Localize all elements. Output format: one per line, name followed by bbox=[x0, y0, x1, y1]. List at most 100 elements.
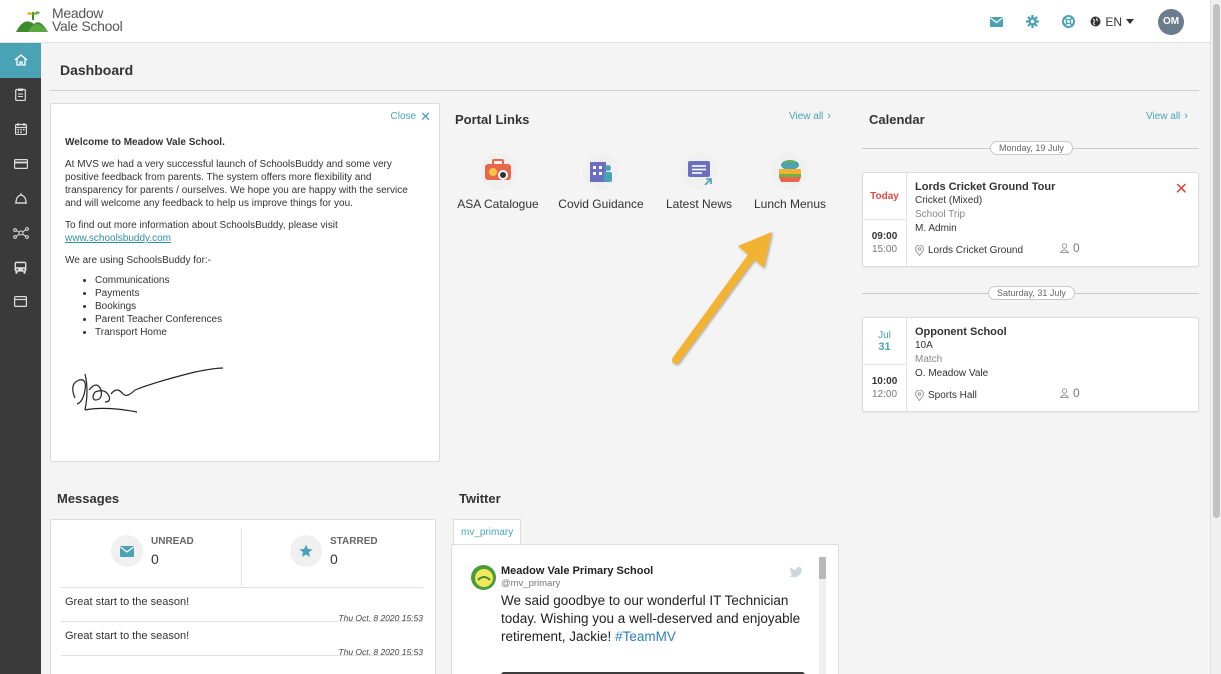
list-item: Transport Home bbox=[95, 326, 425, 339]
tweet-author-name[interactable]: Meadow Vale Primary School bbox=[501, 565, 653, 577]
portal-link-asa-catalogue[interactable]: ASA Catalogue bbox=[448, 153, 548, 211]
starred-stat[interactable]: STARRED 0 bbox=[290, 535, 378, 567]
portal-link-covid-guidance[interactable]: Covid Guidance bbox=[551, 153, 651, 211]
event-day: 31 bbox=[878, 340, 891, 353]
event-end-time: 15:00 bbox=[871, 244, 898, 255]
event-location-label: Sports Hall bbox=[928, 390, 977, 401]
message-row[interactable]: Great start to the season! Thu Oct, 8 20… bbox=[61, 587, 423, 623]
list-item: Payments bbox=[95, 287, 425, 300]
sidebar-item-activities[interactable] bbox=[0, 181, 41, 216]
tweet-avatar[interactable] bbox=[471, 565, 496, 590]
credit-card-icon bbox=[13, 158, 28, 169]
calendar-view-all-label: View all bbox=[1146, 110, 1181, 122]
event-type: School Trip bbox=[915, 209, 966, 220]
sidebar-item-transport[interactable] bbox=[0, 250, 41, 285]
twitter-bird-icon[interactable] bbox=[789, 565, 803, 583]
event-start-time: 09:00 bbox=[871, 231, 898, 242]
twitter-heading: Twitter bbox=[459, 491, 501, 506]
language-label: EN bbox=[1105, 14, 1122, 29]
tweet-author-handle[interactable]: @mv_primary bbox=[501, 578, 560, 589]
event-date-column: Today 09:00 15:00 bbox=[863, 173, 907, 266]
event-date-column: Jul 31 10:00 12:00 bbox=[863, 318, 907, 411]
portal-link-latest-news[interactable]: Latest News bbox=[649, 153, 749, 211]
remove-event-icon[interactable]: ✕ bbox=[1175, 179, 1188, 199]
message-text: Great start to the season! bbox=[65, 630, 190, 642]
event-type: Match bbox=[915, 354, 943, 365]
close-welcome-button[interactable]: Close ✕ bbox=[391, 110, 431, 123]
twitter-tab[interactable]: mv_primary bbox=[453, 519, 522, 545]
event-leader: M. Admin bbox=[915, 223, 957, 234]
catalogue-icon bbox=[480, 153, 516, 189]
globe-icon bbox=[1090, 16, 1101, 27]
event-title: Lords Cricket Ground Tour bbox=[915, 181, 1056, 193]
unread-stat[interactable]: UNREAD 0 bbox=[111, 535, 194, 567]
schoolsbuddy-link[interactable]: www.schoolsbuddy.com bbox=[65, 233, 171, 244]
event-location: Sports Hall bbox=[915, 390, 977, 401]
sidebar-item-clipboard[interactable] bbox=[0, 78, 41, 113]
unread-label: UNREAD bbox=[151, 535, 194, 547]
sidebar-item-window[interactable] bbox=[0, 285, 41, 320]
envelope-icon bbox=[111, 535, 143, 567]
bus-icon bbox=[14, 261, 27, 274]
lunch-icon bbox=[772, 153, 808, 189]
messages-panel: UNREAD 0 STARRED 0 Great start to the se… bbox=[50, 519, 436, 674]
map-pin-icon bbox=[915, 390, 924, 401]
today-badge: Today bbox=[870, 190, 899, 202]
stat-divider bbox=[241, 528, 242, 586]
list-item: Bookings bbox=[95, 300, 425, 313]
event-attendee-count: 0 bbox=[1073, 386, 1080, 400]
twitter-scrollbar[interactable] bbox=[819, 557, 826, 674]
event-subtitle: 10A bbox=[915, 340, 933, 351]
page-scrollbar[interactable] bbox=[1210, 0, 1221, 674]
portal-link-label: Latest News bbox=[665, 197, 733, 211]
event-month: Jul bbox=[878, 329, 891, 341]
welcome-uses-intro: We are using SchoolsBuddy for:- bbox=[65, 255, 212, 266]
portal-view-all-link[interactable]: View all › bbox=[789, 110, 831, 122]
sidebar-item-calendar[interactable] bbox=[0, 112, 41, 147]
calendar-heading: Calendar bbox=[869, 112, 925, 127]
header-actions: EN OM bbox=[978, 0, 1210, 43]
event-attendees: 0 bbox=[1060, 241, 1080, 255]
mail-icon[interactable] bbox=[978, 0, 1014, 43]
day-label: Monday, 19 July bbox=[990, 141, 1073, 155]
event-location-label: Lords Cricket Ground bbox=[928, 245, 1024, 256]
event-date-badge: Jul 31 bbox=[863, 318, 906, 365]
sidebar-item-home[interactable] bbox=[0, 43, 41, 78]
starred-label: STARRED bbox=[330, 535, 378, 547]
calendar-view-all-link[interactable]: View all › bbox=[1146, 110, 1188, 122]
event-start-time: 10:00 bbox=[871, 376, 898, 387]
clipboard-icon bbox=[15, 88, 26, 102]
event-subtitle: Cricket (Mixed) bbox=[915, 195, 983, 206]
school-logo[interactable]: Meadow Vale School bbox=[14, 6, 123, 34]
message-row[interactable]: Great start to the season! Thu Oct, 8 20… bbox=[61, 621, 423, 657]
annotation-arrow-icon bbox=[660, 222, 780, 377]
event-details: Opponent School 10A Match O. Meadow Vale bbox=[915, 325, 1007, 381]
chevron-right-icon: › bbox=[827, 110, 831, 122]
logo-mark-icon bbox=[14, 6, 50, 34]
close-label: Close bbox=[390, 111, 417, 122]
school-name-line2: Vale School bbox=[52, 18, 123, 34]
event-times: 10:00 12:00 bbox=[863, 365, 906, 401]
event-location: Lords Cricket Ground bbox=[915, 245, 1023, 256]
user-avatar[interactable]: OM bbox=[1158, 8, 1184, 35]
sidebar-item-network[interactable] bbox=[0, 216, 41, 251]
tweet-hashtag[interactable]: #TeamMV bbox=[615, 629, 676, 644]
portal-link-lunch-menus[interactable]: Lunch Menus bbox=[740, 153, 840, 211]
news-icon bbox=[681, 153, 717, 189]
settings-gear-icon[interactable] bbox=[1014, 0, 1050, 43]
covid-icon bbox=[583, 153, 619, 189]
welcome-paragraph: At MVS we had a very successful launch o… bbox=[65, 159, 408, 209]
day-label: Saturday, 31 July bbox=[988, 286, 1075, 300]
twitter-scrollbar-thumb[interactable] bbox=[819, 557, 826, 579]
calendar-event[interactable]: Today 09:00 15:00 Lords Cricket Ground T… bbox=[862, 172, 1199, 267]
twitter-feed: Meadow Vale Primary School @mv_primary W… bbox=[451, 544, 839, 674]
help-lifebuoy-icon[interactable] bbox=[1050, 0, 1086, 43]
language-selector[interactable]: EN bbox=[1090, 15, 1138, 29]
calendar-event[interactable]: Jul 31 10:00 12:00 Opponent School 10A M… bbox=[862, 317, 1199, 412]
top-bar: Meadow Vale School EN OM bbox=[0, 0, 1210, 43]
unread-count: 0 bbox=[151, 550, 159, 567]
page-scrollbar-thumb[interactable] bbox=[1213, 4, 1220, 518]
sidebar-item-payments[interactable] bbox=[0, 147, 41, 182]
message-row-divider bbox=[61, 655, 423, 674]
portal-link-label: Lunch Menus bbox=[753, 197, 827, 211]
